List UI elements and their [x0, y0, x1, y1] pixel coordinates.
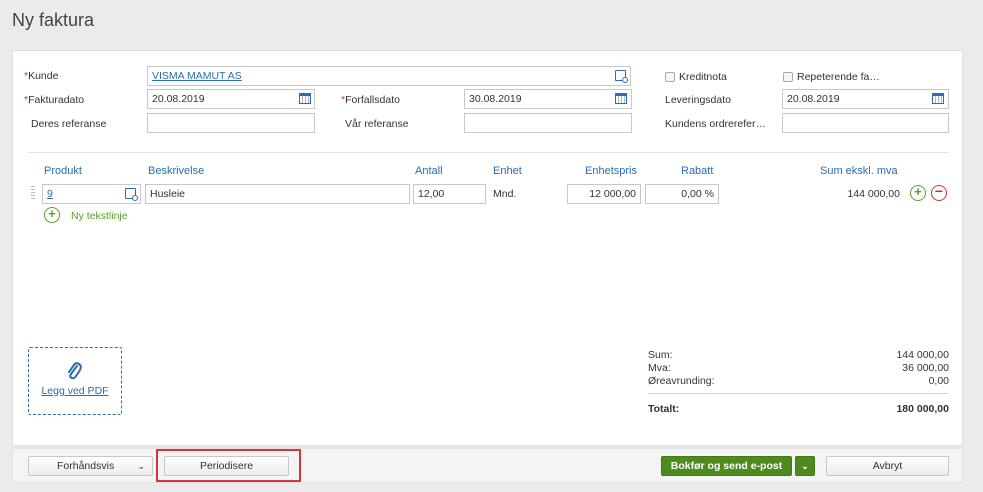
paperclip-icon — [68, 362, 82, 380]
kundens-ordrereferanse-label: Kundens ordrerefer… — [665, 118, 766, 130]
page-title: Ny faktura — [12, 10, 95, 30]
cancel-button[interactable]: Avbryt — [826, 456, 949, 476]
enhet-value: Mnd. — [493, 188, 517, 200]
fakturadato-field[interactable]: 20.08.2019 — [147, 89, 315, 109]
antall-field[interactable]: 12,00 — [413, 184, 486, 204]
forfallsdato-label: *Forfallsdato — [341, 94, 400, 106]
enhetspris-field[interactable]: 12 000,00 — [567, 184, 641, 204]
var-referanse-label: Vår referanse — [345, 118, 409, 130]
invoice-card — [12, 50, 963, 446]
remove-line-icon[interactable]: − — [931, 184, 947, 201]
drag-handle-icon[interactable] — [31, 186, 35, 200]
oreavrunding-label: Øreavrunding: — [648, 375, 715, 387]
book-and-send-button[interactable]: Bokfør og send e-post — [661, 456, 792, 476]
chevron-down-icon: ⌄ — [137, 461, 145, 471]
forfallsdato-field[interactable]: 30.08.2019 — [464, 89, 632, 109]
line-sum-value: 144 000,00 — [847, 188, 900, 200]
chevron-down-icon: ⌄ — [801, 461, 809, 471]
totalt-value: 180 000,00 — [896, 403, 949, 415]
kreditnota-label: Kreditnota — [679, 71, 727, 83]
totals-divider — [648, 393, 949, 394]
lookup-icon[interactable] — [615, 70, 628, 83]
col-enhet: Enhet — [493, 165, 522, 177]
kreditnota-checkbox[interactable] — [665, 72, 675, 82]
book-options-dropdown[interactable]: ⌄ — [795, 456, 815, 476]
mva-value: 36 000,00 — [902, 362, 949, 374]
sum-value: 144 000,00 — [896, 349, 949, 361]
repeterende-checkbox[interactable] — [783, 72, 793, 82]
attach-pdf-link[interactable]: Legg ved PDF — [28, 385, 122, 397]
kundens-ordrereferanse-field[interactable] — [782, 113, 949, 133]
fakturadato-label: *Fakturadato — [24, 94, 85, 106]
add-line-icon[interactable]: + — [910, 185, 926, 201]
lookup-icon[interactable] — [125, 188, 138, 201]
attach-pdf-dropzone[interactable] — [28, 347, 122, 415]
kunde-field[interactable]: VISMA MAMUT AS — [147, 66, 631, 86]
calendar-icon[interactable] — [299, 93, 311, 104]
col-sum: Sum ekskl. mva — [820, 165, 898, 177]
repeterende-label: Repeterende fa… — [797, 71, 880, 83]
mva-label: Mva: — [648, 362, 671, 374]
totalt-label: Totalt: — [648, 403, 680, 415]
deres-referanse-label: Deres referanse — [31, 118, 107, 130]
highlight-box — [156, 449, 301, 482]
add-text-line-icon[interactable]: + — [44, 207, 60, 223]
col-enhetspris: Enhetspris — [585, 165, 637, 177]
leveringsdato-label: Leveringsdato — [665, 94, 731, 106]
calendar-icon[interactable] — [932, 93, 944, 104]
beskrivelse-field[interactable]: Husleie — [145, 184, 410, 204]
col-beskrivelse: Beskrivelse — [148, 165, 205, 177]
leveringsdato-field[interactable]: 20.08.2019 — [782, 89, 949, 109]
calendar-icon[interactable] — [615, 93, 627, 104]
preview-button[interactable]: Forhåndsvis ⌄ — [28, 456, 153, 476]
footer-bar — [12, 447, 963, 483]
sum-label: Sum: — [648, 349, 673, 361]
rabatt-field[interactable]: 0,00 % — [645, 184, 719, 204]
var-referanse-field[interactable] — [464, 113, 632, 133]
section-divider — [28, 152, 949, 153]
oreavrunding-value: 0,00 — [928, 375, 949, 387]
col-antall: Antall — [415, 165, 443, 177]
col-rabatt: Rabatt — [681, 165, 714, 177]
kunde-label: *Kunde — [24, 70, 59, 82]
deres-referanse-field[interactable] — [147, 113, 315, 133]
col-produkt: Produkt — [44, 165, 82, 177]
add-text-line-link[interactable]: Ny tekstlinje — [71, 210, 128, 222]
